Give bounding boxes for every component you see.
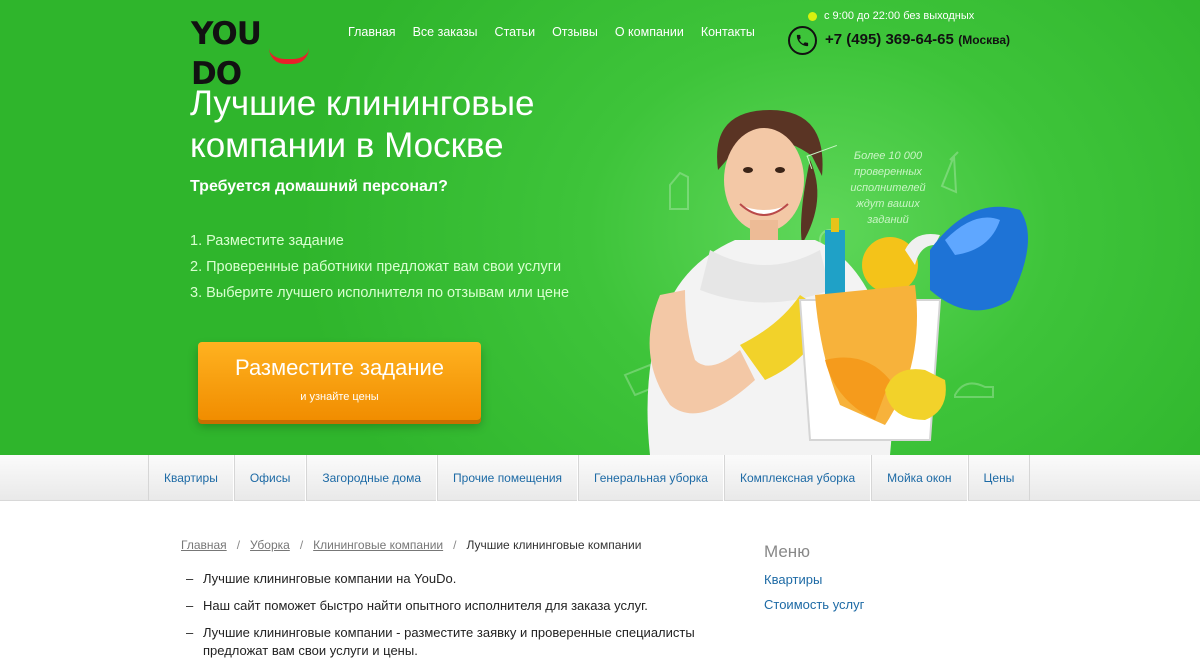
breadcrumb: Главная / Уборка / Клининговые компании …: [181, 538, 641, 552]
step-item: 1. Разместите задание: [190, 233, 344, 249]
nav-articles[interactable]: Статьи: [495, 25, 536, 39]
breadcrumb-separator: /: [236, 538, 241, 552]
nav-reviews[interactable]: Отзывы: [552, 25, 598, 39]
youdo-logo[interactable]: YOU DO: [191, 14, 319, 92]
sidebar-title: Меню: [764, 542, 810, 561]
nav-home[interactable]: Главная: [348, 25, 396, 39]
breadcrumb-current: Лучшие клининговые компании: [466, 538, 642, 552]
breadcrumb-separator: /: [299, 538, 304, 552]
content-list: Лучшие клининговые компании на YouDo. На…: [186, 570, 706, 664]
sidebar-menu: Меню Квартиры Стоимость услуг: [764, 542, 864, 622]
phone-number[interactable]: +7 (495) 369-64-65: [825, 31, 954, 48]
cta-sub-label: и узнайте цены: [300, 391, 379, 403]
breadcrumb-cleaning[interactable]: Уборка: [250, 538, 290, 552]
list-item: Лучшие клининговые компании - разместите…: [186, 624, 706, 660]
nav-all-orders[interactable]: Все заказы: [413, 25, 478, 39]
category-bar: Квартиры Офисы Загородные дома Прочие по…: [0, 455, 1200, 501]
category-country-houses[interactable]: Загородные дома: [306, 455, 438, 501]
step-item: 3. Выберите лучшего исполнителя по отзыв…: [190, 285, 570, 301]
hero-banner: YOU DO Главная Все заказы Статьи Отзывы …: [0, 0, 1200, 455]
working-hours: с 9:00 до 22:00 без выходных: [808, 10, 974, 22]
step-item: 2. Проверенные работники предложат вам с…: [190, 259, 562, 275]
category-complex-cleaning[interactable]: Комплексная уборка: [723, 455, 872, 501]
cta-main-label: Разместите задание: [235, 355, 444, 380]
hero-subtitle: Требуется домашний персонал?: [190, 178, 448, 195]
main-nav: Главная Все заказы Статьи Отзывы О компа…: [348, 25, 755, 39]
category-prices[interactable]: Цены: [967, 455, 1031, 501]
phone-city: (Москва): [958, 33, 1011, 47]
breadcrumb-home[interactable]: Главная: [181, 538, 227, 552]
post-task-button[interactable]: Разместите задание и узнайте цены: [198, 342, 481, 420]
steps-list: 1. Разместите задание 2. Проверенные раб…: [190, 228, 569, 306]
online-dot-icon: [808, 11, 817, 21]
hero-title: Лучшие клининговые компании в Москве: [190, 84, 535, 165]
promo-text: Более 10 000 проверенных исполнителей жд…: [850, 150, 926, 226]
sidebar-link-apartments[interactable]: Квартиры: [764, 572, 864, 587]
category-offices[interactable]: Офисы: [233, 455, 307, 501]
list-item: Наш сайт поможет быстро найти опытного и…: [186, 597, 706, 615]
nav-about[interactable]: О компании: [615, 25, 684, 39]
sidebar-link-prices[interactable]: Стоимость услуг: [764, 597, 864, 612]
phone-block: +7 (495) 369-64-65 (Москва): [825, 31, 1010, 49]
working-hours-text: с 9:00 до 22:00 без выходных: [824, 10, 975, 22]
category-general-cleaning[interactable]: Генеральная уборка: [578, 455, 724, 501]
breadcrumb-separator: /: [453, 538, 457, 552]
category-tabs: Квартиры Офисы Загородные дома Прочие по…: [148, 455, 1031, 501]
category-other-premises[interactable]: Прочие помещения: [437, 455, 579, 501]
breadcrumb-cleaning-companies[interactable]: Клининговые компании: [313, 538, 443, 552]
category-window-washing[interactable]: Мойка окон: [871, 455, 968, 501]
list-item: Лучшие клининговые компании на YouDo.: [186, 570, 706, 588]
category-apartments[interactable]: Квартиры: [148, 455, 234, 501]
nav-contacts[interactable]: Контакты: [701, 25, 755, 39]
phone-icon: [788, 26, 817, 55]
